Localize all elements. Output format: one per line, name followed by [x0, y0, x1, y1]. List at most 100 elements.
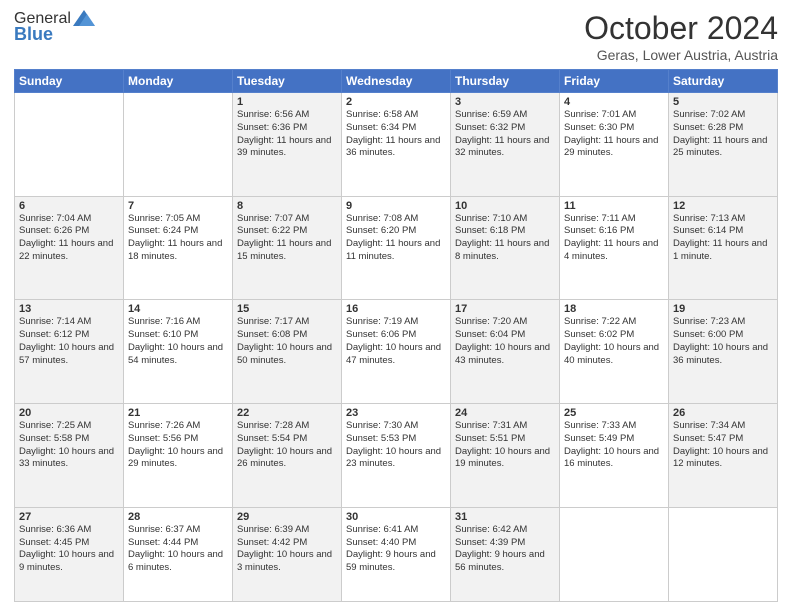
calendar-day-header: Sunday	[15, 70, 124, 93]
calendar-day-cell: 22Sunrise: 7:28 AMSunset: 5:54 PMDayligh…	[233, 404, 342, 508]
calendar-day-cell: 9Sunrise: 7:08 AMSunset: 6:20 PMDaylight…	[342, 196, 451, 300]
page-container: General Blue October 2024 Geras, Lower A…	[0, 0, 792, 612]
calendar-day-cell: 15Sunrise: 7:17 AMSunset: 6:08 PMDayligh…	[233, 300, 342, 404]
day-info: Sunrise: 7:30 AMSunset: 5:53 PMDaylight:…	[346, 420, 446, 471]
day-info: Sunrise: 7:07 AMSunset: 6:22 PMDaylight:…	[237, 213, 337, 264]
calendar-day-cell: 26Sunrise: 7:34 AMSunset: 5:47 PMDayligh…	[669, 404, 778, 508]
calendar-day-cell: 24Sunrise: 7:31 AMSunset: 5:51 PMDayligh…	[451, 404, 560, 508]
day-info: Sunrise: 7:26 AMSunset: 5:56 PMDaylight:…	[128, 420, 228, 471]
calendar-day-cell: 10Sunrise: 7:10 AMSunset: 6:18 PMDayligh…	[451, 196, 560, 300]
calendar-day-cell: 31Sunrise: 6:42 AMSunset: 4:39 PMDayligh…	[451, 507, 560, 601]
calendar-week-row: 27Sunrise: 6:36 AMSunset: 4:45 PMDayligh…	[15, 507, 778, 601]
day-info: Sunrise: 6:56 AMSunset: 6:36 PMDaylight:…	[237, 109, 337, 160]
calendar-day-cell: 17Sunrise: 7:20 AMSunset: 6:04 PMDayligh…	[451, 300, 560, 404]
day-number: 23	[346, 407, 446, 419]
calendar-day-cell: 21Sunrise: 7:26 AMSunset: 5:56 PMDayligh…	[124, 404, 233, 508]
day-number: 14	[128, 303, 228, 315]
calendar-day-cell: 2Sunrise: 6:58 AMSunset: 6:34 PMDaylight…	[342, 93, 451, 197]
day-number: 8	[237, 200, 337, 212]
day-info: Sunrise: 7:01 AMSunset: 6:30 PMDaylight:…	[564, 109, 664, 160]
day-number: 17	[455, 303, 555, 315]
day-info: Sunrise: 6:36 AMSunset: 4:45 PMDaylight:…	[19, 524, 119, 575]
day-info: Sunrise: 7:25 AMSunset: 5:58 PMDaylight:…	[19, 420, 119, 471]
calendar-day-header: Monday	[124, 70, 233, 93]
calendar-day-header: Thursday	[451, 70, 560, 93]
day-info: Sunrise: 7:20 AMSunset: 6:04 PMDaylight:…	[455, 316, 555, 367]
day-number: 3	[455, 96, 555, 108]
day-info: Sunrise: 7:23 AMSunset: 6:00 PMDaylight:…	[673, 316, 773, 367]
day-number: 15	[237, 303, 337, 315]
calendar-day-cell: 12Sunrise: 7:13 AMSunset: 6:14 PMDayligh…	[669, 196, 778, 300]
day-info: Sunrise: 7:28 AMSunset: 5:54 PMDaylight:…	[237, 420, 337, 471]
day-info: Sunrise: 7:34 AMSunset: 5:47 PMDaylight:…	[673, 420, 773, 471]
calendar-day-cell: 1Sunrise: 6:56 AMSunset: 6:36 PMDaylight…	[233, 93, 342, 197]
calendar-day-cell: 8Sunrise: 7:07 AMSunset: 6:22 PMDaylight…	[233, 196, 342, 300]
day-info: Sunrise: 7:11 AMSunset: 6:16 PMDaylight:…	[564, 213, 664, 264]
day-number: 5	[673, 96, 773, 108]
day-info: Sunrise: 6:59 AMSunset: 6:32 PMDaylight:…	[455, 109, 555, 160]
day-number: 29	[237, 511, 337, 523]
day-number: 10	[455, 200, 555, 212]
day-number: 1	[237, 96, 337, 108]
calendar-day-header: Tuesday	[233, 70, 342, 93]
day-number: 18	[564, 303, 664, 315]
calendar-day-cell: 19Sunrise: 7:23 AMSunset: 6:00 PMDayligh…	[669, 300, 778, 404]
day-number: 25	[564, 407, 664, 419]
day-info: Sunrise: 6:37 AMSunset: 4:44 PMDaylight:…	[128, 524, 228, 575]
calendar-day-cell: 3Sunrise: 6:59 AMSunset: 6:32 PMDaylight…	[451, 93, 560, 197]
day-number: 12	[673, 200, 773, 212]
day-number: 27	[19, 511, 119, 523]
month-title: October 2024	[584, 10, 778, 47]
day-number: 11	[564, 200, 664, 212]
day-number: 24	[455, 407, 555, 419]
calendar-day-cell: 27Sunrise: 6:36 AMSunset: 4:45 PMDayligh…	[15, 507, 124, 601]
calendar-day-header: Saturday	[669, 70, 778, 93]
day-number: 30	[346, 511, 446, 523]
day-info: Sunrise: 7:33 AMSunset: 5:49 PMDaylight:…	[564, 420, 664, 471]
calendar-day-header: Friday	[560, 70, 669, 93]
day-number: 21	[128, 407, 228, 419]
calendar-table: SundayMondayTuesdayWednesdayThursdayFrid…	[14, 69, 778, 602]
day-number: 2	[346, 96, 446, 108]
day-number: 13	[19, 303, 119, 315]
calendar-day-cell	[669, 507, 778, 601]
calendar-day-cell: 11Sunrise: 7:11 AMSunset: 6:16 PMDayligh…	[560, 196, 669, 300]
day-info: Sunrise: 6:41 AMSunset: 4:40 PMDaylight:…	[346, 524, 446, 575]
calendar-week-row: 1Sunrise: 6:56 AMSunset: 6:36 PMDaylight…	[15, 93, 778, 197]
calendar-day-cell: 5Sunrise: 7:02 AMSunset: 6:28 PMDaylight…	[669, 93, 778, 197]
calendar-day-cell: 16Sunrise: 7:19 AMSunset: 6:06 PMDayligh…	[342, 300, 451, 404]
calendar-week-row: 6Sunrise: 7:04 AMSunset: 6:26 PMDaylight…	[15, 196, 778, 300]
calendar-day-cell: 7Sunrise: 7:05 AMSunset: 6:24 PMDaylight…	[124, 196, 233, 300]
calendar-day-cell: 23Sunrise: 7:30 AMSunset: 5:53 PMDayligh…	[342, 404, 451, 508]
calendar-week-row: 20Sunrise: 7:25 AMSunset: 5:58 PMDayligh…	[15, 404, 778, 508]
day-info: Sunrise: 7:31 AMSunset: 5:51 PMDaylight:…	[455, 420, 555, 471]
day-number: 22	[237, 407, 337, 419]
calendar-day-cell: 14Sunrise: 7:16 AMSunset: 6:10 PMDayligh…	[124, 300, 233, 404]
logo-blue: Blue	[14, 24, 53, 45]
calendar-day-cell	[15, 93, 124, 197]
header: General Blue October 2024 Geras, Lower A…	[14, 10, 778, 63]
title-block: October 2024 Geras, Lower Austria, Austr…	[584, 10, 778, 63]
calendar-day-cell	[560, 507, 669, 601]
location-subtitle: Geras, Lower Austria, Austria	[584, 47, 778, 63]
day-number: 16	[346, 303, 446, 315]
calendar-day-cell: 18Sunrise: 7:22 AMSunset: 6:02 PMDayligh…	[560, 300, 669, 404]
day-info: Sunrise: 6:39 AMSunset: 4:42 PMDaylight:…	[237, 524, 337, 575]
calendar-day-cell: 29Sunrise: 6:39 AMSunset: 4:42 PMDayligh…	[233, 507, 342, 601]
day-number: 31	[455, 511, 555, 523]
calendar-day-cell: 25Sunrise: 7:33 AMSunset: 5:49 PMDayligh…	[560, 404, 669, 508]
day-info: Sunrise: 7:05 AMSunset: 6:24 PMDaylight:…	[128, 213, 228, 264]
day-info: Sunrise: 7:04 AMSunset: 6:26 PMDaylight:…	[19, 213, 119, 264]
calendar-day-cell: 28Sunrise: 6:37 AMSunset: 4:44 PMDayligh…	[124, 507, 233, 601]
calendar-day-cell: 30Sunrise: 6:41 AMSunset: 4:40 PMDayligh…	[342, 507, 451, 601]
calendar-day-cell: 4Sunrise: 7:01 AMSunset: 6:30 PMDaylight…	[560, 93, 669, 197]
day-info: Sunrise: 7:10 AMSunset: 6:18 PMDaylight:…	[455, 213, 555, 264]
calendar-day-cell: 13Sunrise: 7:14 AMSunset: 6:12 PMDayligh…	[15, 300, 124, 404]
calendar-day-cell: 20Sunrise: 7:25 AMSunset: 5:58 PMDayligh…	[15, 404, 124, 508]
logo: General Blue	[14, 10, 95, 45]
day-number: 9	[346, 200, 446, 212]
day-info: Sunrise: 6:42 AMSunset: 4:39 PMDaylight:…	[455, 524, 555, 575]
day-number: 26	[673, 407, 773, 419]
day-number: 19	[673, 303, 773, 315]
day-info: Sunrise: 7:19 AMSunset: 6:06 PMDaylight:…	[346, 316, 446, 367]
